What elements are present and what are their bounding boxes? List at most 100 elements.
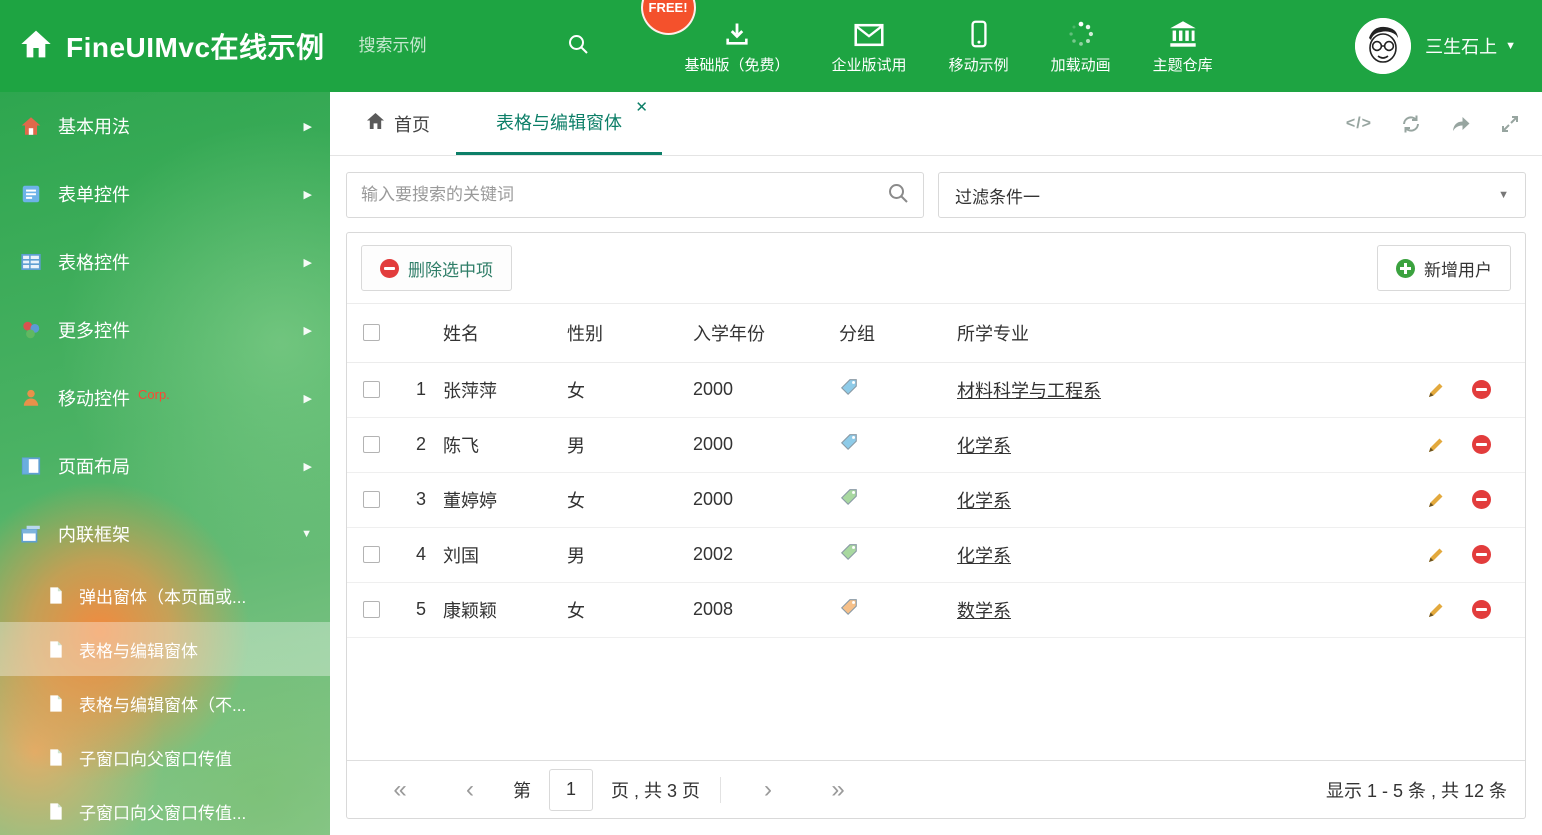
delete-row-icon[interactable] [1472,380,1491,399]
filter-dropdown[interactable]: 过滤条件一 ▼ [938,172,1526,218]
edit-pencil-icon[interactable] [1426,490,1446,510]
chevron-right-icon: ▶ [303,256,312,269]
cell-year: 2008 [693,582,839,638]
mobile-icon [970,18,988,48]
row-checkbox[interactable] [363,436,380,453]
expand-icon[interactable] [1500,114,1520,134]
major-link[interactable]: 化学系 [957,546,1011,566]
search-icon[interactable] [887,182,909,209]
edit-pencil-icon[interactable] [1426,600,1446,620]
home-icon [20,115,42,137]
user-menu[interactable]: 三生石上 ▼ [1425,33,1516,59]
sidebar-item-grid-controls[interactable]: 表格控件 ▶ [0,228,330,296]
first-page-icon[interactable]: « [365,777,435,802]
search-icon[interactable] [567,33,589,60]
cell-major: 数学系 [957,582,1409,638]
chevron-right-icon: ▶ [303,392,312,405]
chevron-down-icon: ▼ [301,528,312,540]
keyword-search-input[interactable] [361,185,887,205]
table-row: 2 陈飞 男 2000 化学系 [347,417,1525,473]
mobile-person-icon [20,387,42,409]
cell-gender: 男 [567,417,693,473]
header-nav: FREE! 基础版（免费） 企业版试用 移动示例 加载动画 主题仓库 [640,0,1213,75]
edit-pencil-icon[interactable] [1426,380,1446,400]
home-logo-icon[interactable] [20,29,52,64]
sidebar-item-more-controls[interactable]: 更多控件 ▶ [0,296,330,364]
page-number-input[interactable] [549,768,593,811]
mail-icon [854,18,884,48]
share-icon[interactable] [1450,113,1472,135]
major-link[interactable]: 数学系 [957,601,1011,621]
nav-mobile-demo[interactable]: 移动示例 [949,18,1009,75]
nav-enterprise-trial[interactable]: 企业版试用 [832,18,907,75]
edit-pencil-icon[interactable] [1426,435,1446,455]
sidebar-item-inline-frame[interactable]: 内联框架 ▼ [0,500,330,568]
record-summary: 显示 1 - 5 条 , 共 12 条 [1325,780,1507,801]
col-group: 分组 [839,304,957,363]
header-search-input[interactable] [358,36,519,56]
avatar[interactable] [1355,18,1412,74]
col-index [399,304,443,363]
major-link[interactable]: 化学系 [957,436,1011,456]
row-checkbox[interactable] [363,381,380,398]
delete-row-icon[interactable] [1472,600,1491,619]
sidebar-subitem-popup-window[interactable]: 弹出窗体（本页面或... [0,568,330,622]
view-source-icon[interactable]: </> [1346,115,1372,133]
nav-basic-free[interactable]: 基础版（免费） [685,18,790,75]
sidebar-item-label: 内联框架 [58,525,130,545]
nav-label: 基础版（免费） [684,56,790,74]
tab-tools: </> [1346,92,1520,155]
row-checkbox[interactable] [363,491,380,508]
spinner-icon [1067,18,1095,48]
col-name: 姓名 [443,304,567,363]
prev-page-icon[interactable]: ‹ [435,777,505,802]
chevron-down-icon: ▼ [1505,40,1516,52]
page-suffix-label: 页 , 共 3 页 [611,780,701,801]
select-all-checkbox[interactable] [363,324,380,342]
sidebar-item-mobile-controls[interactable]: 移动控件 Corp. ▶ [0,364,330,432]
add-user-button[interactable]: 新增用户 [1377,245,1511,291]
sidebar-subitem-grid-edit-window[interactable]: 表格与编辑窗体 [0,622,330,676]
col-year: 入学年份 [693,304,839,363]
next-page-icon[interactable]: › [733,777,803,802]
sidebar-subitem-child-to-parent[interactable]: 子窗口向父窗口传值 [0,730,330,784]
table-icon [20,251,42,273]
nav-theme-repo[interactable]: 主题仓库 [1153,18,1213,75]
nav-loading-animation[interactable]: 加载动画 [1051,18,1111,75]
row-checkbox[interactable] [363,601,380,618]
chevron-right-icon: ▶ [303,324,312,337]
chevron-right-icon: ▶ [303,460,312,473]
sidebar-item-label: 更多控件 [58,321,130,341]
cell-year: 2002 [693,527,839,583]
close-tab-icon[interactable]: ✕ [635,100,648,115]
tab-grid-edit-window[interactable]: 表格与编辑窗体 ✕ [456,92,662,155]
sidebar-item-basic-usage[interactable]: 基本用法 ▶ [0,92,330,160]
chevron-down-icon: ▼ [1498,189,1509,201]
cell-year: 2000 [693,362,839,418]
grid-toolbar: 删除选中项 新增用户 [347,233,1525,304]
sidebar-subitem-child-to-parent-2[interactable]: 子窗口向父窗口传值... [0,784,330,835]
row-checkbox[interactable] [363,546,380,563]
major-link[interactable]: 化学系 [957,491,1011,511]
users-table: 姓名 性别 入学年份 分组 所学专业 1 张萍萍 女 2000 材料科学与工程系… [347,304,1525,638]
sidebar-subitem-grid-edit-window-2[interactable]: 表格与编辑窗体（不... [0,676,330,730]
major-link[interactable]: 材料科学与工程系 [957,381,1101,401]
refresh-icon[interactable] [1400,113,1422,135]
delete-selected-button[interactable]: 删除选中项 [361,245,512,291]
last-page-icon[interactable]: » [803,777,873,802]
delete-row-icon[interactable] [1472,435,1491,454]
nav-label: 企业版试用 [831,56,907,74]
delete-row-icon[interactable] [1472,490,1491,509]
cell-name: 康颖颖 [443,582,567,638]
cell-actions [1409,417,1525,473]
delete-row-icon[interactable] [1472,545,1491,564]
tab-home[interactable]: 首页 [340,92,456,155]
sidebar-item-page-layout[interactable]: 页面布局 ▶ [0,432,330,500]
sidebar-item-form-controls[interactable]: 表单控件 ▶ [0,160,330,228]
sidebar-subitem-label: 子窗口向父窗口传值 [79,749,232,769]
edit-pencil-icon[interactable] [1426,545,1446,565]
cell-year: 2000 [693,472,839,528]
grid-panel: 删除选中项 新增用户 姓名 性别 入学年份 分组 所学专业 1 张萍萍 女 20… [346,232,1526,819]
sidebar-subitem-label: 表格与编辑窗体（不... [79,695,247,715]
row-index: 2 [399,417,443,473]
